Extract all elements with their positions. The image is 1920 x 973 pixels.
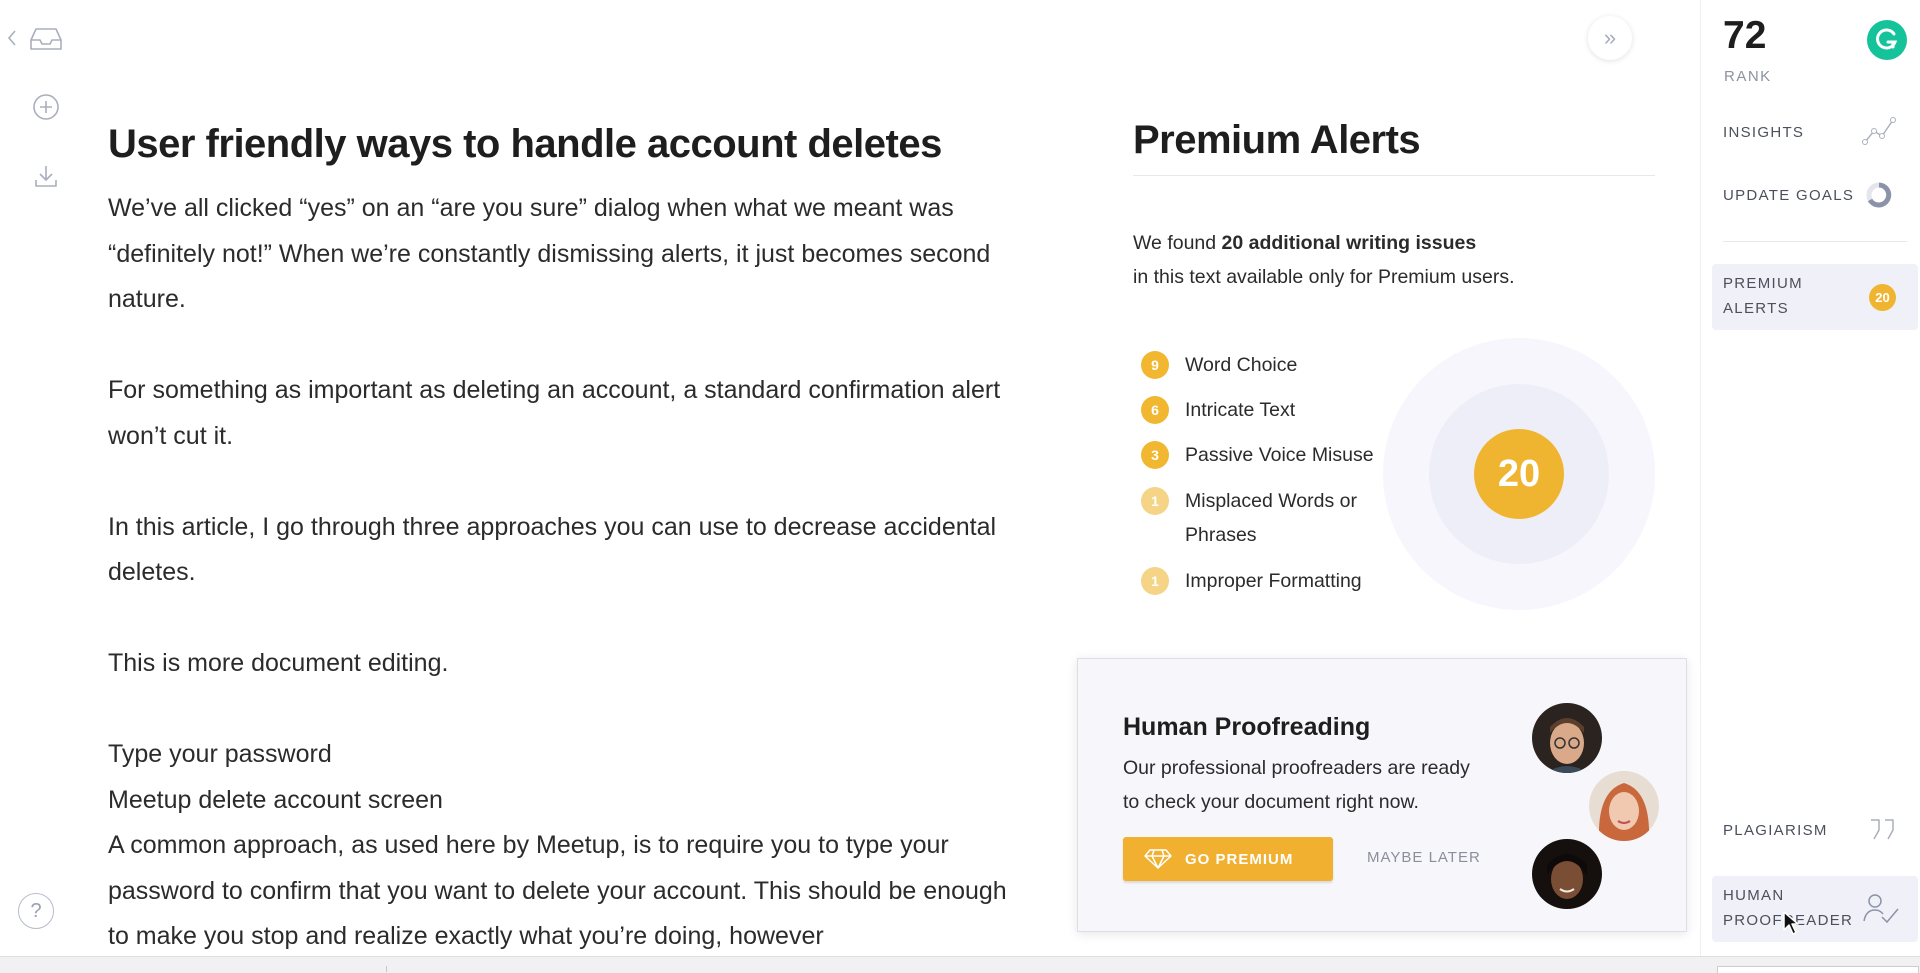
issue-item-passive-voice: 3 Passive Voice Misuse — [1141, 438, 1374, 472]
card-title: Human Proofreading — [1123, 713, 1371, 741]
premium-alert-total: 20 — [1474, 429, 1564, 519]
avatar — [1532, 703, 1602, 773]
premium-alerts-badge: 20 — [1869, 284, 1896, 311]
avatar — [1532, 839, 1602, 909]
person-check-icon — [1862, 891, 1900, 930]
issue-label: Improper Formatting — [1185, 570, 1362, 592]
human-proofreading-card: Human Proofreading Our professional proo… — [1077, 658, 1687, 932]
issue-count: 1 — [1141, 487, 1169, 515]
document-title[interactable]: User friendly ways to handle account del… — [108, 118, 1008, 170]
help-icon[interactable]: ? — [18, 893, 54, 929]
avatar — [1589, 771, 1659, 841]
overall-score: 72 — [1723, 14, 1767, 57]
diamond-icon — [1143, 848, 1173, 870]
paragraph[interactable]: In this article, I go through three appr… — [108, 505, 1008, 596]
paragraph[interactable]: A common approach, as used here by Meetu… — [108, 823, 1008, 960]
panel-title: Premium Alerts — [1133, 118, 1421, 162]
go-premium-label: GO PREMIUM — [1185, 850, 1294, 868]
issue-label: Intricate Text — [1185, 399, 1296, 421]
card-text: Our professional proofreaders are ready … — [1123, 757, 1470, 813]
download-icon[interactable] — [28, 158, 64, 194]
panel-description: We found 20 additional writing issues in… — [1133, 232, 1515, 288]
issue-count: 3 — [1141, 441, 1169, 469]
issue-label: Passive Voice Misuse — [1185, 444, 1374, 466]
issue-item-misplaced-words: 1 Misplaced Words or Phrases — [1141, 484, 1357, 552]
left-rail: ? — [0, 0, 90, 956]
sidebar-divider-line — [1723, 241, 1907, 242]
issue-item-improper-formatting: 1 Improper Formatting — [1141, 564, 1362, 598]
maybe-later-button[interactable]: MAYBE LATER — [1367, 849, 1481, 866]
issue-item-intricate-text: 6 Intricate Text — [1141, 393, 1295, 427]
issue-count: 6 — [1141, 396, 1169, 424]
sidebar-item-update-goals[interactable]: UPDATE GOALS — [1723, 183, 1854, 208]
sidebar-item-plagiarism[interactable]: PLAGIARISM — [1723, 818, 1828, 843]
sidebar-item-insights[interactable]: INSIGHTS — [1723, 120, 1804, 145]
issue-label: Misplaced Words or Phrases — [1185, 490, 1357, 546]
double-chevron-right-icon: » — [1603, 25, 1617, 50]
issue-label: Word Choice — [1185, 354, 1298, 376]
issue-count: 1 — [1141, 567, 1169, 595]
inbox-icon[interactable] — [28, 21, 64, 57]
document-editor[interactable]: User friendly ways to handle account del… — [108, 118, 1008, 960]
mouse-cursor-icon — [1782, 910, 1800, 941]
bottom-status-bar — [0, 956, 1920, 973]
issue-count: 9 — [1141, 351, 1169, 379]
quote-icon — [1868, 817, 1898, 848]
add-circle-icon[interactable] — [28, 89, 64, 125]
score-label: RANK — [1724, 68, 1772, 85]
paragraph[interactable]: We’ve all clicked “yes” on an “are you s… — [108, 186, 1008, 323]
divider — [1133, 175, 1655, 176]
goal-ring-icon — [1865, 181, 1893, 214]
paragraph[interactable]: Type your password — [108, 732, 1008, 778]
grammarly-logo-icon[interactable] — [1867, 20, 1907, 60]
go-premium-button[interactable]: GO PREMIUM — [1123, 837, 1333, 881]
trend-chart-icon — [1862, 116, 1896, 151]
paragraph[interactable]: This is more document editing. — [108, 641, 1008, 687]
back-arrow-icon[interactable] — [6, 28, 18, 53]
collapse-panel-button[interactable]: » — [1588, 16, 1632, 60]
sidebar-item-label: PREMIUM ALERTS — [1723, 275, 1803, 317]
bottom-bar-separator — [386, 966, 387, 972]
issue-item-word-choice: 9 Word Choice — [1141, 348, 1297, 382]
paragraph[interactable]: For something as important as deleting a… — [108, 368, 1008, 459]
paragraph[interactable]: Meetup delete account screen — [108, 778, 1008, 824]
sidebar-divider — [1700, 0, 1701, 956]
